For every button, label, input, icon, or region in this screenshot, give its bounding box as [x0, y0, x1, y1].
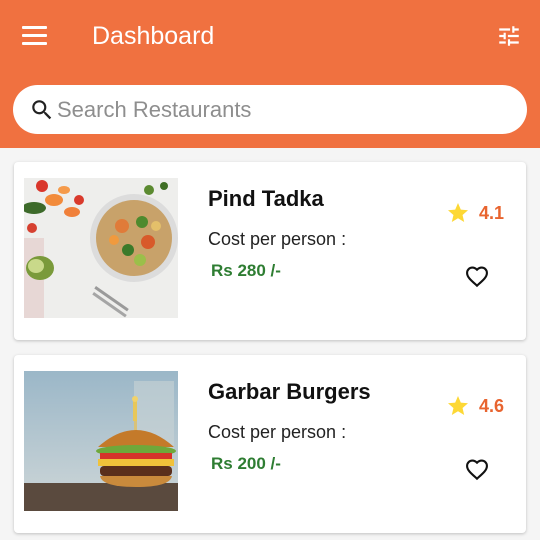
star-icon [448, 203, 468, 222]
restaurant-name: Garbar Burgers [208, 379, 371, 404]
rating-value: 4.1 [479, 203, 505, 223]
restaurant-image [24, 371, 178, 511]
search-input[interactable] [57, 94, 497, 126]
search-bar[interactable] [13, 85, 527, 134]
cost-value: Rs 280 /- [211, 261, 281, 280]
page-title: Dashboard [92, 22, 215, 50]
cost-label: Cost per person : [208, 229, 347, 249]
restaurant-card[interactable]: Garbar Burgers Cost per person : Rs 200 … [14, 355, 526, 533]
cost-label: Cost per person : [208, 422, 347, 442]
rating-value: 4.6 [479, 396, 505, 416]
search-icon [32, 100, 52, 120]
restaurant-card[interactable]: Pind Tadka Cost per person : Rs 280 /- 4… [14, 162, 526, 340]
tune-icon[interactable] [496, 23, 522, 49]
heart-icon[interactable] [463, 262, 491, 290]
app-bar: Dashboard [0, 0, 540, 148]
menu-icon[interactable] [22, 26, 48, 46]
restaurant-image [24, 178, 178, 318]
restaurant-name: Pind Tadka [208, 186, 324, 211]
heart-icon[interactable] [463, 455, 491, 483]
star-icon [448, 396, 468, 415]
cost-value: Rs 200 /- [211, 454, 281, 473]
